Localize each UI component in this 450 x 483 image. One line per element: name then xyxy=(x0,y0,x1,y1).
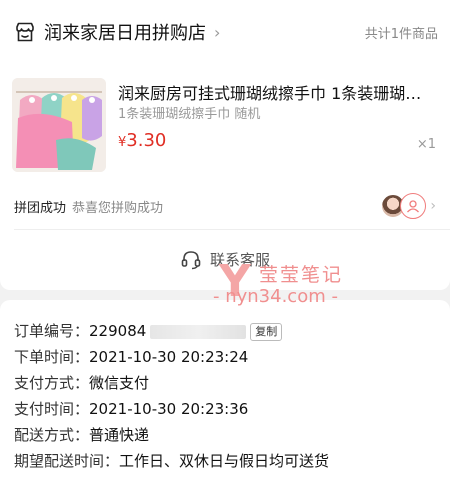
delivery-value: 普通快递 xyxy=(89,426,150,444)
expected-delivery-label: 期望配送时间： xyxy=(14,452,120,470)
pay-time-label: 支付时间： xyxy=(14,400,90,418)
contact-service-button[interactable]: 联系客服 xyxy=(0,244,450,274)
redacted-area xyxy=(150,324,247,339)
chevron-right-icon: › xyxy=(430,198,436,214)
order-card: 润来家居日用拼购店 › 共计1件商品 润来厨房可挂式珊瑚绒擦手巾 1条装珊瑚绒擦… xyxy=(0,0,450,290)
group-description: 恭喜您拼购成功 xyxy=(72,200,164,216)
pay-time-value: 2021-10-30 20:23:36 xyxy=(89,400,249,418)
order-time-label: 下单时间： xyxy=(14,348,90,366)
item-count: 共计1件商品 xyxy=(364,26,438,42)
shop-name: 润来家居日用拼购店 xyxy=(44,23,206,44)
product-quantity: ×1 xyxy=(416,137,436,152)
shop-header[interactable]: 润来家居日用拼购店 › 共计1件商品 xyxy=(14,18,438,46)
copy-button[interactable]: 复制 xyxy=(250,322,283,341)
group-avatars: › xyxy=(380,193,436,219)
group-status: 拼团成功 xyxy=(14,200,67,216)
product-price: ¥3.30 xyxy=(118,130,166,151)
avatar xyxy=(400,193,427,219)
chevron-right-icon: › xyxy=(214,22,221,42)
order-number-value: 229084 xyxy=(89,322,147,340)
divider xyxy=(14,229,450,230)
pay-time-row: 支付时间：2021-10-30 20:23:36 xyxy=(14,398,248,419)
delivery-row: 配送方式：普通快递 xyxy=(14,424,149,445)
order-number-label: 订单编号： xyxy=(14,322,90,340)
order-info-card: 订单编号：229084 复制 下单时间：2021-10-30 20:23:24 支… xyxy=(0,300,450,483)
price-value: 3.30 xyxy=(126,130,167,151)
contact-service-label: 联系客服 xyxy=(209,250,270,269)
user-icon xyxy=(407,200,420,213)
delivery-label: 配送方式： xyxy=(14,426,90,444)
pay-method-label: 支付方式： xyxy=(14,374,90,392)
pay-method-value: 微信支付 xyxy=(89,374,150,392)
product-image[interactable] xyxy=(12,78,106,172)
headset-icon xyxy=(180,248,202,270)
order-time-value: 2021-10-30 20:23:24 xyxy=(89,348,249,366)
expected-delivery-value: 工作日、双休日与假日均可送货 xyxy=(119,452,330,470)
expected-delivery-row: 期望配送时间：工作日、双休日与假日均可送货 xyxy=(14,450,329,471)
order-number-row: 订单编号：229084 复制 xyxy=(14,320,283,341)
pay-method-row: 支付方式：微信支付 xyxy=(14,372,149,393)
product-title[interactable]: 润来厨房可挂式珊瑚绒擦手巾 1条装珊瑚绒擦手巾 xyxy=(118,80,436,104)
order-time-row: 下单时间：2021-10-30 20:23:24 xyxy=(14,346,248,367)
product-spec: 1条装珊瑚绒擦手巾 随机 xyxy=(118,107,261,122)
store-icon xyxy=(14,21,36,43)
group-buy-row[interactable]: 拼团成功 恭喜您拼购成功 › xyxy=(14,186,436,226)
